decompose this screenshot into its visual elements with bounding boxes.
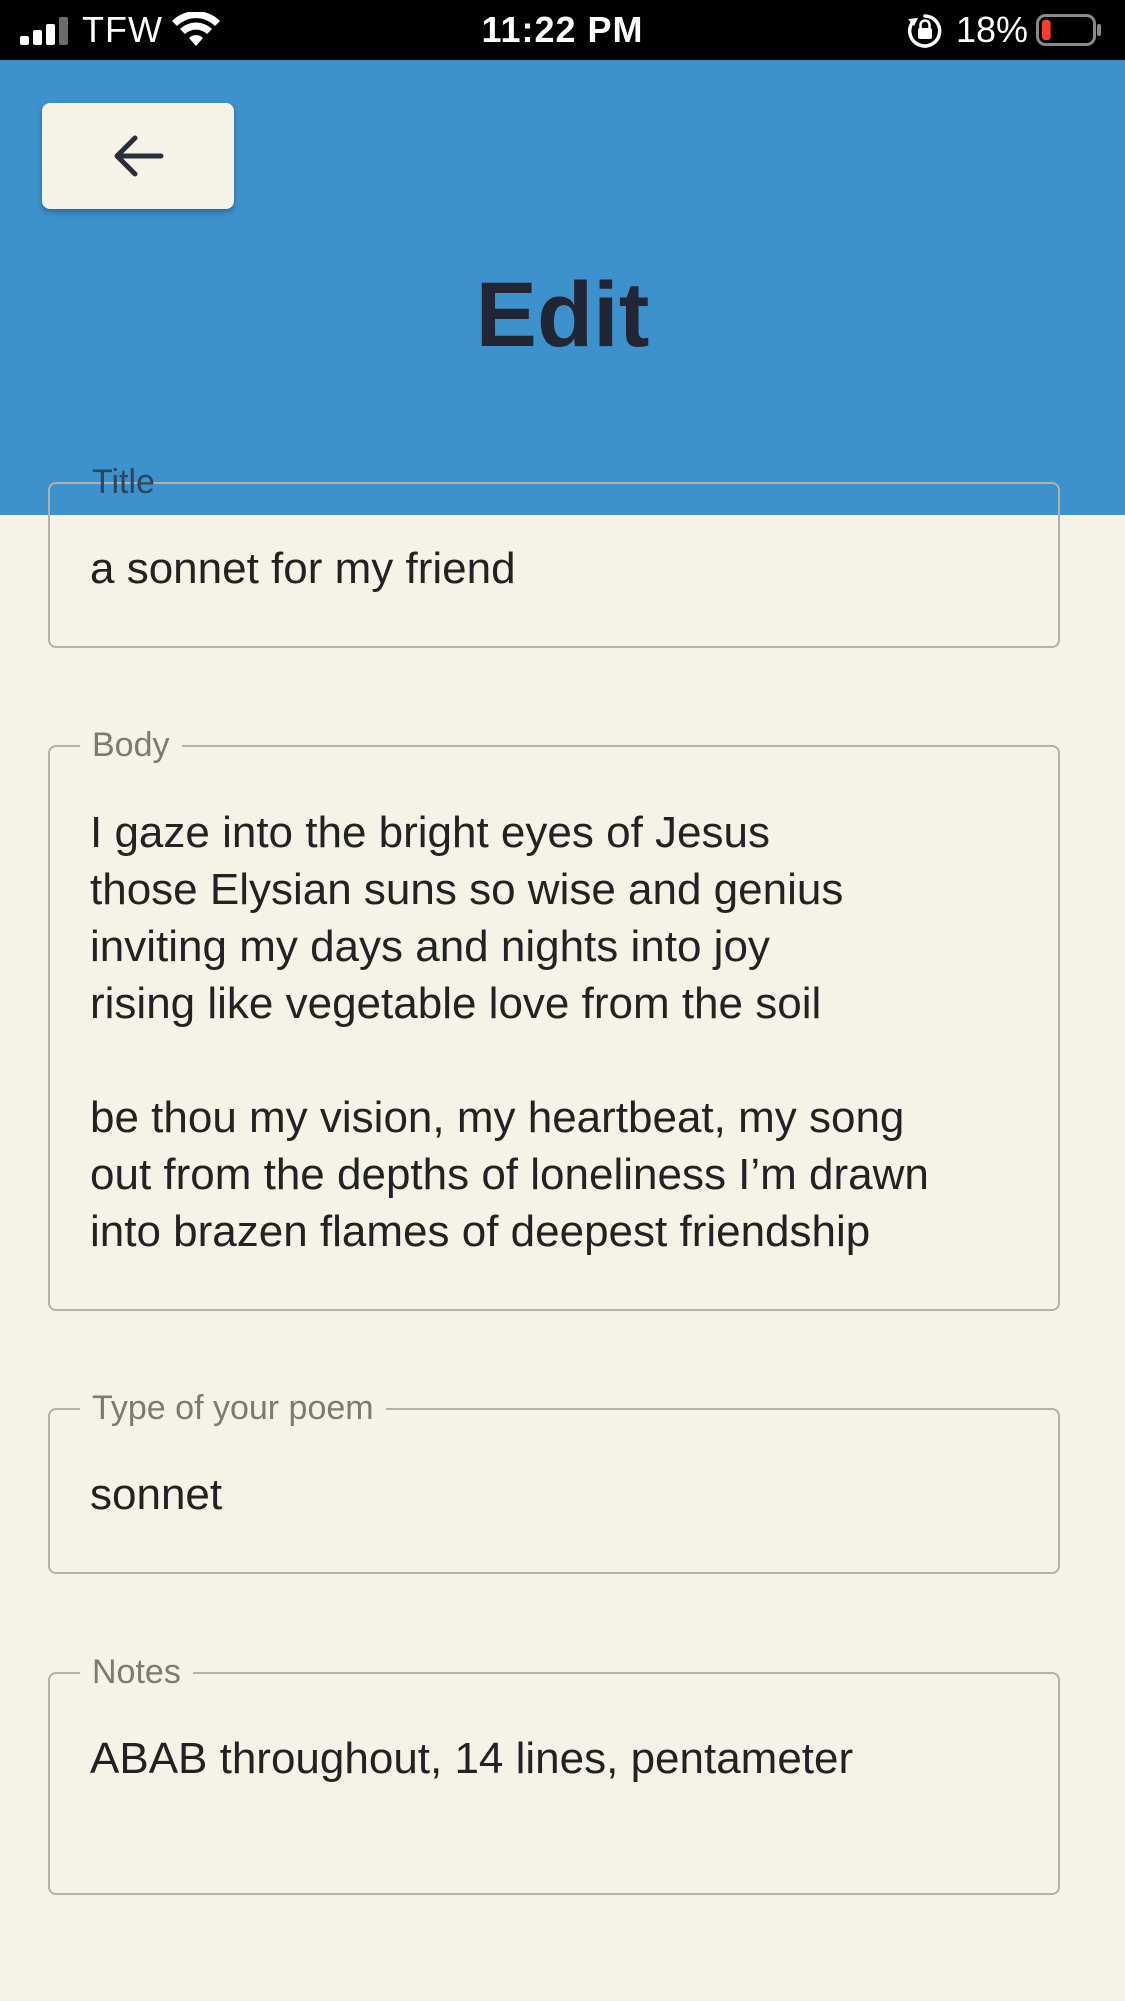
notes-field-label: Notes: [80, 1650, 193, 1694]
page-title: Edit: [475, 264, 650, 366]
body-field[interactable]: Body I gaze into the bright eyes of Jesu…: [48, 723, 1060, 1311]
status-bar: TFW 11:22 PM 18%: [0, 0, 1125, 60]
poem-type-field[interactable]: Type of your poem sonnet: [48, 1386, 1060, 1574]
poem-type-input[interactable]: sonnet: [90, 1466, 1018, 1523]
arrow-left-icon: [114, 135, 164, 177]
notes-textarea[interactable]: ABAB throughout, 14 lines, pentameter: [90, 1730, 1018, 1787]
battery-icon: [1036, 14, 1101, 46]
rotation-lock-icon: [907, 14, 942, 48]
notes-field[interactable]: Notes ABAB throughout, 14 lines, pentame…: [48, 1650, 1060, 1895]
header: Edit: [0, 60, 1125, 515]
title-input[interactable]: a sonnet for my friend: [90, 540, 1018, 597]
body-textarea[interactable]: I gaze into the bright eyes of Jesus tho…: [90, 804, 1018, 1260]
back-button[interactable]: [42, 103, 234, 209]
title-field[interactable]: Title a sonnet for my friend: [48, 460, 1060, 648]
body-field-label: Body: [80, 723, 182, 767]
poem-type-field-label: Type of your poem: [80, 1386, 386, 1430]
title-field-label: Title: [80, 460, 167, 504]
battery-percent: 18%: [956, 9, 1029, 50]
edit-screen: TFW 11:22 PM 18% Edit Title a sonnet for…: [0, 0, 1125, 2001]
